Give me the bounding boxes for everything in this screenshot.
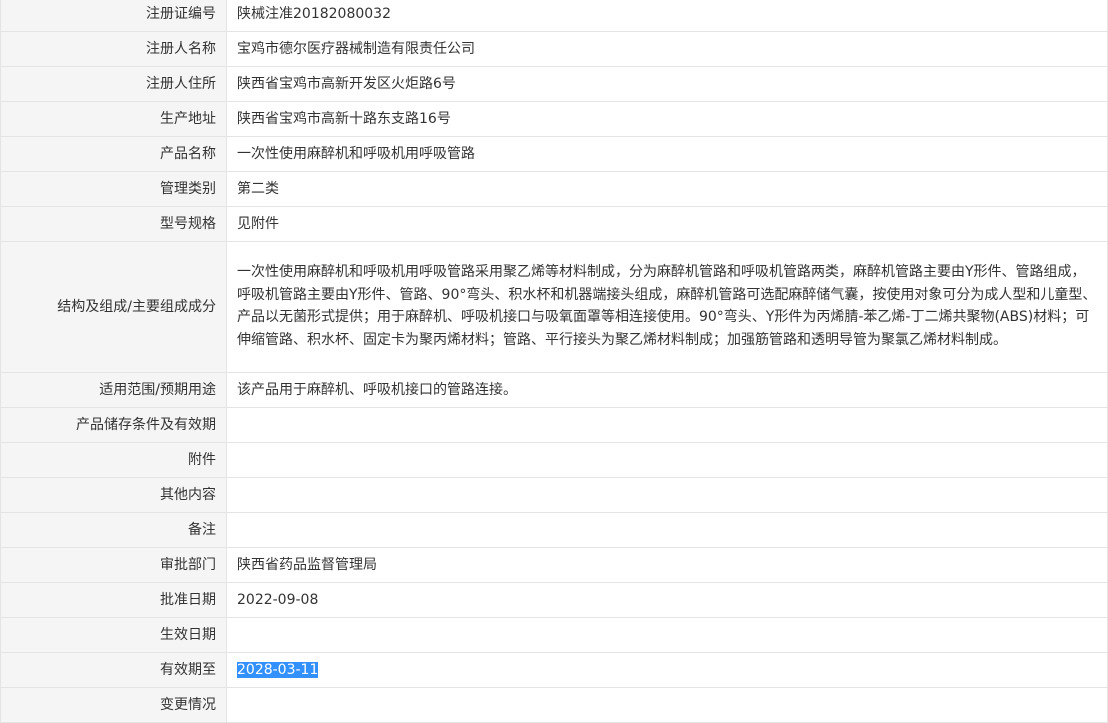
row-value: 陕西省药品监督管理局 [226, 547, 1108, 583]
row-value [226, 442, 1108, 478]
row-value: 见附件 [226, 206, 1108, 242]
table-row: 附件 [0, 442, 1108, 478]
row-value: 第二类 [226, 171, 1108, 207]
row-value: 陕西省宝鸡市高新开发区火炬路6号 [226, 66, 1108, 102]
row-label: 型号规格 [0, 206, 227, 242]
row-label: 结构及组成/主要组成成分 [0, 241, 227, 373]
table-row: 注册人住所 陕西省宝鸡市高新开发区火炬路6号 [0, 66, 1108, 102]
row-value: 宝鸡市德尔医疗器械制造有限责任公司 [226, 31, 1108, 67]
table-row: 结构及组成/主要组成成分 一次性使用麻醉机和呼吸机用呼吸管路采用聚乙烯等材料制成… [0, 241, 1108, 373]
table-row: 管理类别 第二类 [0, 171, 1108, 207]
table-row: 生产地址 陕西省宝鸡市高新十路东支路16号 [0, 101, 1108, 137]
table-row: 生效日期 [0, 617, 1108, 653]
row-value: 2028-03-11 [226, 652, 1108, 688]
row-label: 注册人名称 [0, 31, 227, 67]
table-row: 有效期至 2028-03-11 [0, 652, 1108, 688]
row-label: 备注 [0, 512, 227, 548]
row-value [226, 477, 1108, 513]
row-label: 管理类别 [0, 171, 227, 207]
row-label: 注册人住所 [0, 66, 227, 102]
table-row: 适用范围/预期用途 该产品用于麻醉机、呼吸机接口的管路连接。 [0, 372, 1108, 408]
registration-detail-table: 注册证编号 陕械注准20182080032 注册人名称 宝鸡市德尔医疗器械制造有… [0, 0, 1108, 723]
row-value: 陕械注准20182080032 [226, 0, 1108, 32]
row-label: 其他内容 [0, 477, 227, 513]
row-value: 2022-09-08 [226, 582, 1108, 618]
row-label: 适用范围/预期用途 [0, 372, 227, 408]
row-value: 一次性使用麻醉机和呼吸机用呼吸管路采用聚乙烯等材料制成，分为麻醉机管路和呼吸机管… [226, 241, 1108, 373]
row-label: 批准日期 [0, 582, 227, 618]
table-row: 审批部门 陕西省药品监督管理局 [0, 547, 1108, 583]
row-label: 产品名称 [0, 136, 227, 172]
table-row: 备注 [0, 512, 1108, 548]
table-row: 变更情况 [0, 687, 1108, 723]
row-label: 生效日期 [0, 617, 227, 653]
row-label: 审批部门 [0, 547, 227, 583]
row-value [226, 512, 1108, 548]
row-label: 附件 [0, 442, 227, 478]
row-label: 有效期至 [0, 652, 227, 688]
table-row: 型号规格 见附件 [0, 206, 1108, 242]
table-row: 产品储存条件及有效期 [0, 407, 1108, 443]
row-label: 产品储存条件及有效期 [0, 407, 227, 443]
row-value [226, 617, 1108, 653]
row-value: 陕西省宝鸡市高新十路东支路16号 [226, 101, 1108, 137]
table-row: 批准日期 2022-09-08 [0, 582, 1108, 618]
table-row: 其他内容 [0, 477, 1108, 513]
table-row: 产品名称 一次性使用麻醉机和呼吸机用呼吸管路 [0, 136, 1108, 172]
row-label: 变更情况 [0, 687, 227, 723]
selected-expiry-date[interactable]: 2028-03-11 [237, 662, 319, 678]
row-value: 该产品用于麻醉机、呼吸机接口的管路连接。 [226, 372, 1108, 408]
row-label: 生产地址 [0, 101, 227, 137]
table-row: 注册人名称 宝鸡市德尔医疗器械制造有限责任公司 [0, 31, 1108, 67]
row-value [226, 407, 1108, 443]
table-row: 注册证编号 陕械注准20182080032 [0, 0, 1108, 32]
row-label: 注册证编号 [0, 0, 227, 32]
row-value: 一次性使用麻醉机和呼吸机用呼吸管路 [226, 136, 1108, 172]
row-value [226, 687, 1108, 723]
